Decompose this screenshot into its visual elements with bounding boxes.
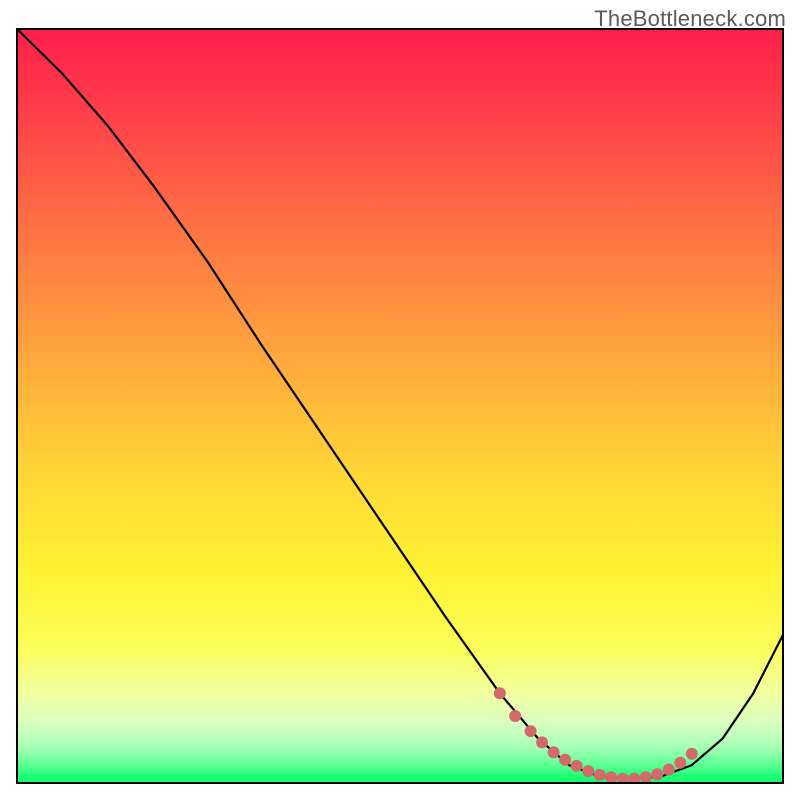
curve-marker	[605, 771, 617, 783]
curve-marker	[494, 687, 506, 699]
chart-svg	[16, 28, 784, 784]
curve-marker	[628, 773, 640, 784]
curve-marker	[509, 710, 521, 722]
curve-marker	[582, 765, 594, 777]
watermark-text: TheBottleneck.com	[594, 6, 786, 32]
curve-marker	[674, 757, 686, 769]
curve-marker	[571, 760, 583, 772]
curve-marker	[617, 773, 629, 784]
curve-marker	[686, 748, 698, 760]
curve-marker	[548, 746, 560, 758]
bottleneck-curve	[16, 28, 784, 779]
curve-marker	[559, 754, 571, 766]
curve-marker	[651, 768, 663, 780]
curve-marker	[663, 764, 675, 776]
curve-marker	[594, 769, 606, 781]
curve-marker	[536, 736, 548, 748]
marker-group	[494, 687, 698, 784]
curve-marker	[640, 771, 652, 783]
chart-container: TheBottleneck.com	[0, 0, 800, 800]
curve-marker	[525, 725, 537, 737]
